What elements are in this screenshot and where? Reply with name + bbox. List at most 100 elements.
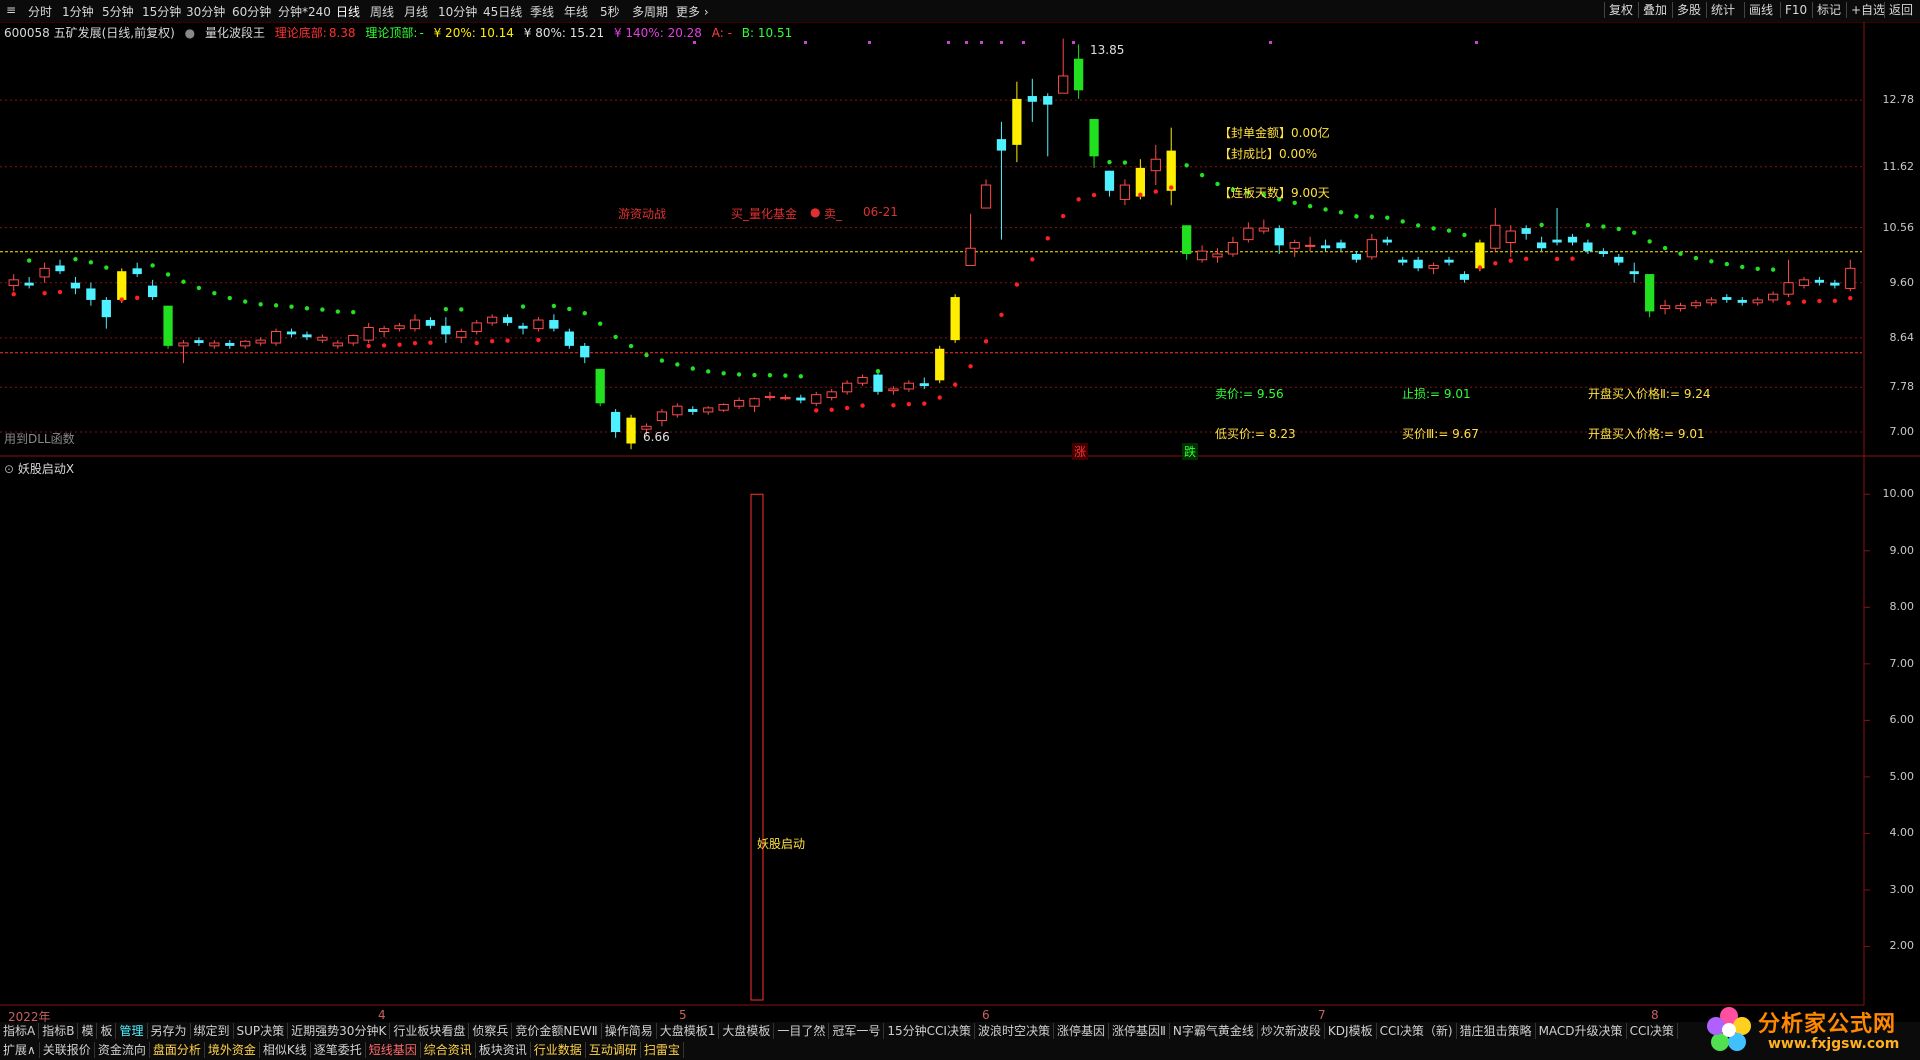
top-marker <box>1000 41 1003 44</box>
indicator-tab-10[interactable]: 侦察兵 <box>469 1023 513 1039</box>
band-dot <box>1786 300 1791 306</box>
indicator-tab-4[interactable]: 管理 <box>116 1023 148 1039</box>
band-dot <box>1045 236 1050 241</box>
sub-axis-label: 8.00 <box>1889 600 1915 614</box>
band-dot <box>1601 224 1606 229</box>
extension-tab-5[interactable]: 相似K线 <box>260 1042 311 1058</box>
band-dot <box>351 309 356 315</box>
extension-tab-12[interactable]: 扫雷宝 <box>641 1042 684 1058</box>
candle-body <box>1212 253 1223 258</box>
band-dot <box>1122 160 1128 165</box>
candle-body <box>780 397 791 400</box>
indicator-tab-9[interactable]: 行业板块看盘 <box>390 1023 470 1039</box>
band-dot <box>335 309 341 314</box>
indicator-tab-22[interactable]: 炒次新波段 <box>1258 1023 1325 1039</box>
candle-body <box>1351 253 1362 260</box>
candle-body <box>240 340 251 347</box>
seal-amount: 【封单金额】0.00亿 <box>1219 126 1330 140</box>
band-dot <box>1554 256 1560 262</box>
band-dot <box>1169 185 1174 190</box>
indicator-tab-7[interactable]: SUP决策 <box>234 1023 289 1039</box>
indicator-tab-0[interactable]: 指标A <box>0 1023 40 1039</box>
extension-tab-10[interactable]: 行业数据 <box>531 1042 586 1058</box>
candle-body <box>1135 167 1145 197</box>
candle-body <box>888 388 899 392</box>
indicator-tab-18[interactable]: 波浪时空决策 <box>975 1023 1054 1039</box>
band-dot <box>381 343 387 348</box>
candle-body <box>8 279 19 287</box>
band-dot <box>1662 245 1668 251</box>
indicator-tab-17[interactable]: 15分钟CCI决策 <box>884 1023 975 1039</box>
indicator-tab-15[interactable]: 一目了然 <box>774 1023 830 1039</box>
candle-body <box>1089 119 1099 157</box>
band-dot <box>906 401 912 407</box>
indicator-tab-13[interactable]: 大盘模板1 <box>657 1023 720 1039</box>
band-dot <box>1539 222 1544 228</box>
indicator-tab-14[interactable]: 大盘模板 <box>719 1023 775 1039</box>
extension-tab-3[interactable]: 盘面分析 <box>150 1042 205 1058</box>
band-dot <box>57 289 63 295</box>
band-dot <box>922 401 927 406</box>
extension-tab-4[interactable]: 境外资金 <box>205 1042 260 1058</box>
indicator-tab-6[interactable]: 绑定到 <box>191 1023 234 1039</box>
extension-tab-6[interactable]: 逐笔委托 <box>311 1042 366 1058</box>
candle-body <box>980 184 992 209</box>
candle-body <box>1583 242 1593 252</box>
indicator-tab-11[interactable]: 竞价金额NEWⅡ <box>512 1023 602 1039</box>
candle-body <box>1428 264 1439 269</box>
candle-body <box>641 425 652 430</box>
sub-panel-title[interactable]: ⊙ 妖股启动X <box>4 460 74 477</box>
extension-tab-9[interactable]: 板块资讯 <box>476 1042 531 1058</box>
band-dot <box>1709 259 1714 264</box>
axis-label: 12.78 <box>1882 93 1915 107</box>
band-dot <box>119 297 124 302</box>
extension-tab-0[interactable]: 扩展∧ <box>0 1042 40 1058</box>
sub-axis-label: 4.00 <box>1889 826 1915 840</box>
band-dot <box>1431 226 1436 231</box>
date-aug: 8 <box>1651 1008 1659 1022</box>
extension-tab-11[interactable]: 互动调研 <box>586 1042 641 1058</box>
indicator-tab-16[interactable]: 冠军一号 <box>829 1023 885 1039</box>
band-dot <box>88 260 94 265</box>
indicator-tab-21[interactable]: N字霸气黄金线 <box>1170 1023 1258 1039</box>
candle-body <box>1073 58 1084 91</box>
candle-body <box>286 331 297 335</box>
band-dot <box>644 352 649 358</box>
indicator-tab-1[interactable]: 指标B <box>39 1023 79 1039</box>
sub-collapse-icon[interactable]: ⊙ <box>4 462 14 476</box>
low-buy: 低买价:= 8.23 <box>1215 427 1296 441</box>
extension-tab-1[interactable]: 关联报价 <box>40 1042 95 1058</box>
indicator-tab-24[interactable]: CCI决策（新) <box>1377 1023 1457 1039</box>
band-dot <box>73 257 78 262</box>
indicator-tab-25[interactable]: 猎庄狙击策略 <box>1457 1023 1536 1039</box>
candle-body <box>1104 170 1115 191</box>
candle-body <box>1830 282 1840 286</box>
candle-body <box>1459 274 1470 280</box>
band-dot <box>320 307 325 312</box>
axis-label: 11.62 <box>1882 159 1915 173</box>
indicator-tab-19[interactable]: 涨停基因 <box>1054 1023 1109 1039</box>
extension-tab-2[interactable]: 资金流向 <box>95 1042 150 1058</box>
indicator-tab-3[interactable]: 板 <box>97 1023 117 1039</box>
candle-body <box>549 320 559 329</box>
kline-chart[interactable] <box>0 0 1920 1022</box>
indicator-tab-8[interactable]: 近期强势30分钟K <box>288 1023 391 1039</box>
band-dot <box>1385 215 1390 220</box>
indicator-tab-12[interactable]: 操作简易 <box>602 1023 657 1039</box>
indicator-tab-27[interactable]: CCI决策 <box>1627 1023 1678 1039</box>
indicator-tab-2[interactable]: 模 <box>78 1023 98 1039</box>
indicator-tab-5[interactable]: 另存为 <box>148 1023 191 1039</box>
indicator-tab-23[interactable]: KDJ模板 <box>1325 1023 1377 1039</box>
candle-body <box>1505 230 1516 244</box>
candle-body <box>919 383 929 387</box>
extension-tab-8[interactable]: 综合资讯 <box>421 1042 476 1058</box>
indicator-tab-20[interactable]: 涨停基因Ⅱ <box>1109 1023 1170 1039</box>
candle-body <box>1027 96 1037 102</box>
indicator-tab-26[interactable]: MACD升级决策 <box>1536 1023 1627 1039</box>
band-dot <box>1523 256 1529 261</box>
band-dot <box>1014 282 1020 287</box>
extension-tab-7[interactable]: 短线基因 <box>366 1042 421 1058</box>
candle-body <box>1475 242 1485 269</box>
candle-body <box>1366 239 1377 258</box>
candle-body <box>1690 302 1702 307</box>
